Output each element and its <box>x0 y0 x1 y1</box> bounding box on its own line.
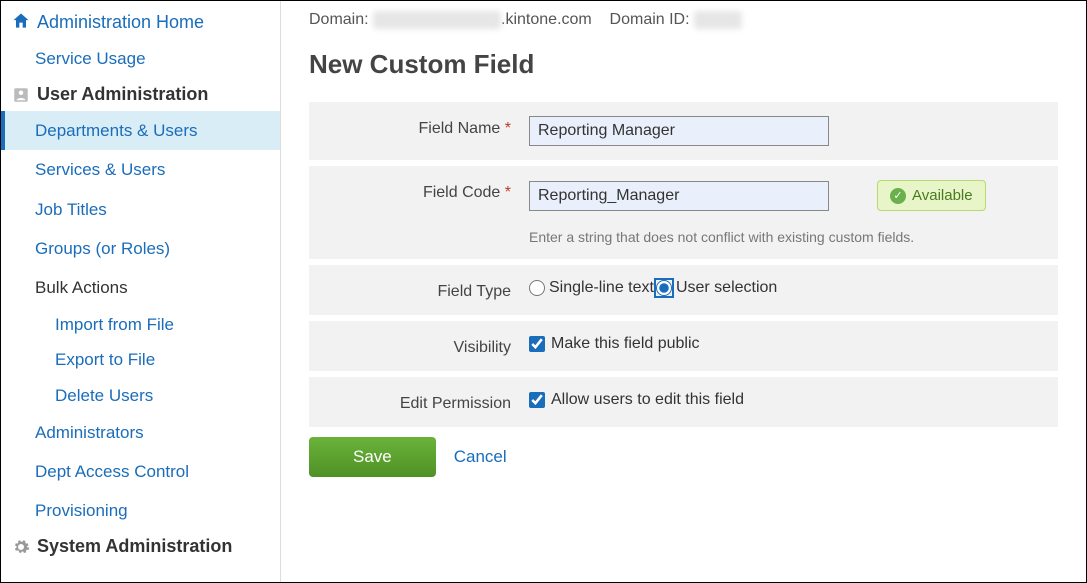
sidebar-item-job-titles[interactable]: Job Titles <box>1 190 280 229</box>
radio-user-selection[interactable]: User selection <box>656 279 777 297</box>
radio-user-selection-input[interactable] <box>656 280 672 296</box>
visibility-checkbox-option[interactable]: Make this field public <box>529 335 700 353</box>
user-icon <box>11 85 31 105</box>
sidebar-item-bulk-actions: Bulk Actions <box>1 268 280 307</box>
sidebar-section-user-admin: User Administration <box>1 78 280 111</box>
sidebar-item-provisioning[interactable]: Provisioning <box>1 491 280 530</box>
label-field-name: Field Name * <box>309 116 529 138</box>
visibility-checkbox[interactable] <box>529 336 545 352</box>
save-button[interactable]: Save <box>309 437 436 477</box>
sidebar-subitem-export-file[interactable]: Export to File <box>1 342 280 377</box>
label-field-code: Field Code * <box>309 180 529 202</box>
required-asterisk: * <box>505 120 511 137</box>
sidebar-subitem-delete-users[interactable]: Delete Users <box>1 378 280 413</box>
radio-single-line-input[interactable] <box>529 280 545 296</box>
available-badge: ✓ Available <box>877 180 986 211</box>
radio-single-line-text[interactable]: Single-line text <box>529 279 654 297</box>
domain-suffix: .kintone.com <box>501 11 592 28</box>
domain-id-masked: xxxxxx <box>694 11 742 29</box>
form-actions: Save Cancel <box>309 437 1058 477</box>
main-content: Domain: xxxxxxxxxxxxxxxx.kintone.com Dom… <box>281 1 1086 582</box>
sidebar-item-service-usage[interactable]: Service Usage <box>1 39 280 78</box>
domain-id-label: Domain ID: <box>610 11 690 28</box>
row-field-type: Field Type Single-line text User selecti… <box>309 265 1058 315</box>
sidebar-item-dept-access-control[interactable]: Dept Access Control <box>1 452 280 491</box>
check-icon: ✓ <box>890 188 906 204</box>
row-visibility: Visibility Make this field public <box>309 321 1058 371</box>
row-field-code: Field Code * ✓ Available Enter a string … <box>309 166 1058 259</box>
sidebar-item-groups-roles[interactable]: Groups (or Roles) <box>1 229 280 268</box>
sidebar-section-system-admin: System Administration <box>1 530 280 563</box>
sidebar-item-services-users[interactable]: Services & Users <box>1 150 280 189</box>
sidebar-home-label: Administration Home <box>37 12 204 33</box>
sidebar-subitem-import-file[interactable]: Import from File <box>1 307 280 342</box>
home-icon <box>11 11 33 33</box>
label-edit-permission: Edit Permission <box>309 391 529 413</box>
row-field-name: Field Name * <box>309 102 1058 160</box>
field-name-input[interactable] <box>529 116 829 146</box>
sidebar-section-user-admin-label: User Administration <box>37 84 208 105</box>
domain-label: Domain: <box>309 11 369 28</box>
sidebar-section-system-admin-label: System Administration <box>37 536 232 557</box>
field-type-radio-group: Single-line text User selection <box>529 279 777 297</box>
domain-info: Domain: xxxxxxxxxxxxxxxx.kintone.com Dom… <box>309 11 1058 29</box>
gear-icon <box>11 537 31 557</box>
required-asterisk: * <box>505 184 511 201</box>
sidebar-item-administrators[interactable]: Administrators <box>1 413 280 452</box>
label-visibility: Visibility <box>309 335 529 357</box>
sidebar: Administration Home Service Usage User A… <box>1 1 281 582</box>
page-title: New Custom Field <box>309 49 1058 80</box>
sidebar-home-link[interactable]: Administration Home <box>1 5 280 39</box>
field-code-input[interactable] <box>529 181 829 211</box>
sidebar-item-departments-users[interactable]: Departments & Users <box>1 111 280 150</box>
cancel-link[interactable]: Cancel <box>454 447 507 467</box>
label-field-type: Field Type <box>309 279 529 301</box>
row-edit-permission: Edit Permission Allow users to edit this… <box>309 377 1058 427</box>
field-code-help: Enter a string that does not conflict wi… <box>529 229 1058 245</box>
domain-name-masked: xxxxxxxxxxxxxxxx <box>373 11 501 29</box>
edit-permission-checkbox[interactable] <box>529 392 545 408</box>
edit-permission-checkbox-option[interactable]: Allow users to edit this field <box>529 391 744 409</box>
